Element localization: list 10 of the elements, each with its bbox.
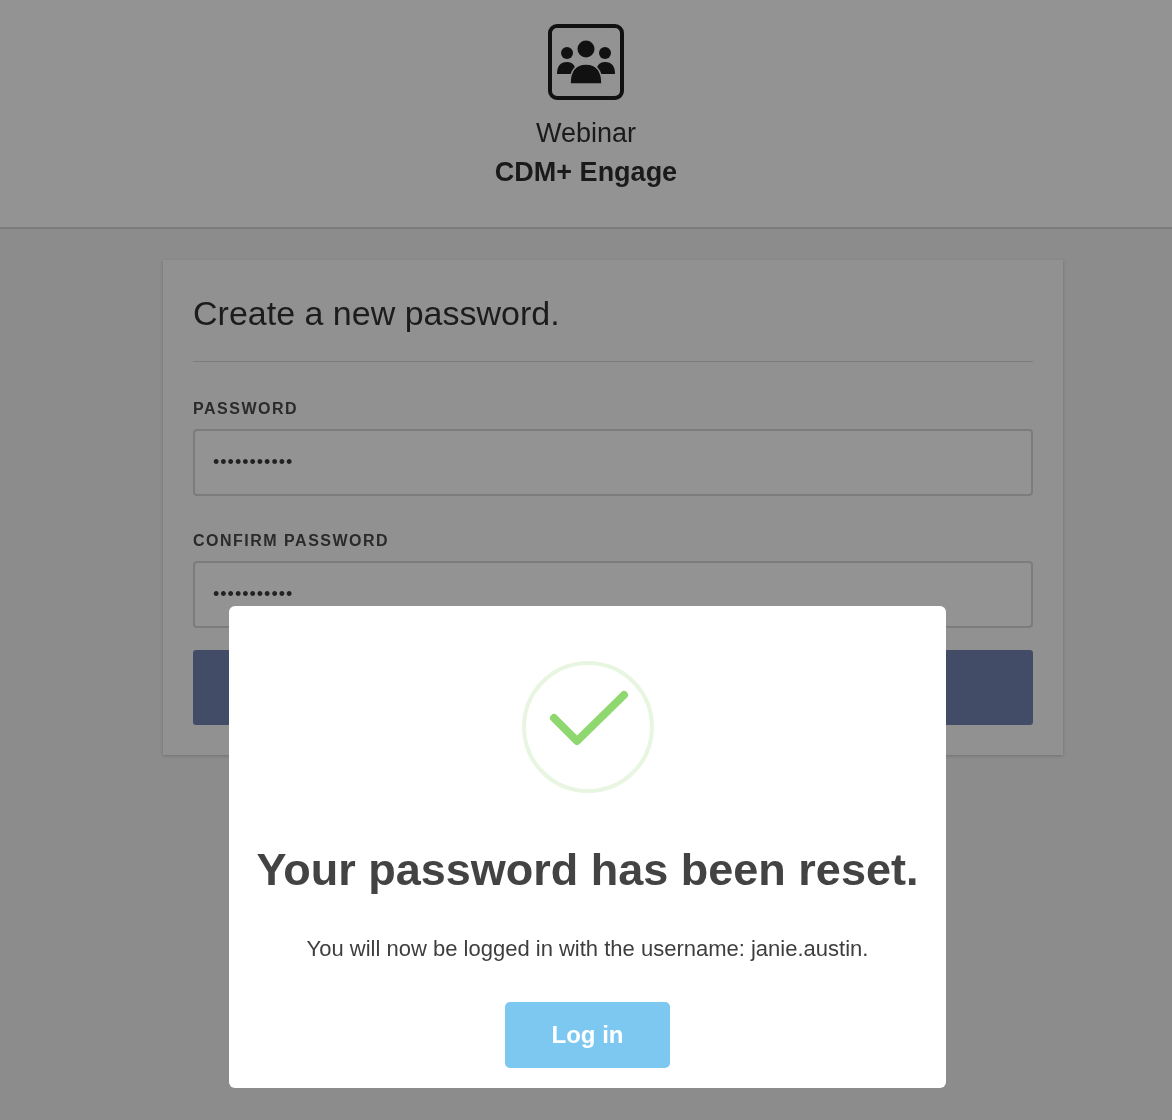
dialog-title: Your password has been reset. bbox=[256, 844, 919, 896]
field-label: CONFIRM PASSWORD bbox=[193, 532, 391, 550]
field-label: PASSWORD bbox=[193, 400, 300, 418]
password-field[interactable]: ••••••••••• bbox=[193, 429, 1033, 496]
form-title: Create a new password. bbox=[193, 294, 1033, 362]
app-name: Webinar bbox=[535, 118, 637, 149]
people-icon bbox=[548, 24, 624, 100]
dialog-message: You will now be logged in with the username: janie.austin. bbox=[306, 936, 869, 962]
product-name: CDM+ Engage bbox=[494, 157, 678, 188]
check-circle-icon bbox=[520, 660, 655, 794]
